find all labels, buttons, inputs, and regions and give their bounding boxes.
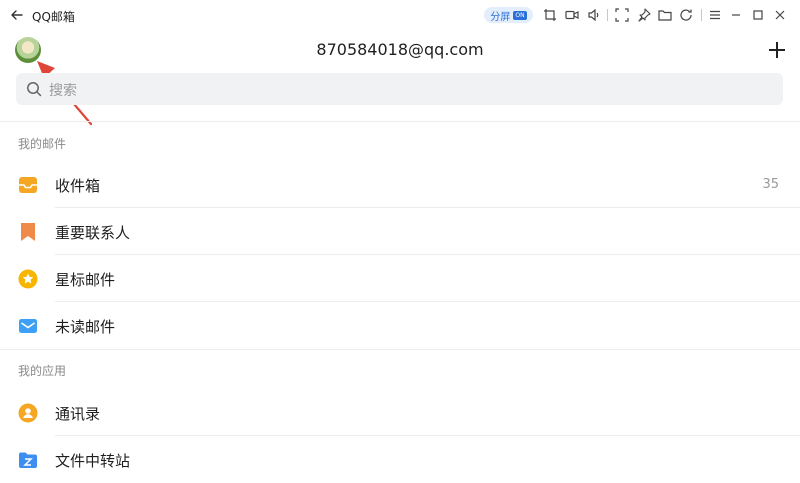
account-email: 870584018@qq.com [316,40,484,59]
section-divider [0,349,800,350]
folder-outline-icon[interactable] [658,8,672,22]
contacts-icon [18,403,38,423]
refresh-icon[interactable] [679,8,693,22]
list-item-label: 重要联系人 [55,224,131,242]
folder-icon [19,452,37,468]
crop-icon[interactable] [543,8,557,22]
minimize-icon[interactable] [729,8,743,22]
unread-count: 35 [762,177,779,192]
list-item-starred[interactable]: 星标邮件 [0,256,800,302]
section-my-mail: 我的邮件 [18,137,67,151]
list-item-label: 未读邮件 [55,318,116,336]
split-screen-button[interactable]: 分屏 ON [484,7,533,23]
pin-icon[interactable] [637,8,651,22]
search-placeholder: 搜索 [49,83,77,99]
title-bar: QQ邮箱 分屏 ON [0,0,800,30]
list-item-unread[interactable]: 未读邮件 [0,303,800,349]
split-screen-badge: ON [513,10,527,20]
list-item-label: 文件中转站 [55,452,131,470]
search-input[interactable]: 搜索 [16,73,783,105]
row-divider [55,254,800,255]
volume-icon[interactable] [587,8,601,22]
video-camera-icon[interactable] [565,8,579,22]
row-divider [55,435,800,436]
row-divider [55,301,800,302]
star-icon [18,269,38,289]
list-item-inbox[interactable]: 收件箱 35 [0,162,800,208]
list-item-contacts[interactable]: 通讯录 [0,390,800,436]
list-item-important-contacts[interactable]: 重要联系人 [0,209,800,255]
search-icon [27,82,42,97]
toolbar-divider [701,9,702,21]
list-item-file-transfer[interactable]: 文件中转站 [0,437,800,483]
split-screen-label: 分屏 [490,11,511,23]
section-my-apps: 我的应用 [18,364,67,378]
close-icon[interactable] [773,8,787,22]
toolbar-divider [607,9,608,21]
back-arrow-icon[interactable] [9,7,25,23]
bookmark-icon [21,223,35,241]
envelope-icon [19,319,37,333]
inbox-icon [19,177,37,193]
list-item-label: 通讯录 [55,405,101,423]
list-item-label: 星标邮件 [55,271,116,289]
maximize-icon[interactable] [751,8,765,22]
header-divider [0,121,800,122]
fullscreen-icon[interactable] [615,8,629,22]
menu-icon[interactable] [708,8,722,22]
row-divider [55,207,800,208]
plus-icon[interactable] [767,40,787,60]
list-item-label: 收件箱 [55,177,101,195]
window-title: QQ邮箱 [32,10,75,24]
